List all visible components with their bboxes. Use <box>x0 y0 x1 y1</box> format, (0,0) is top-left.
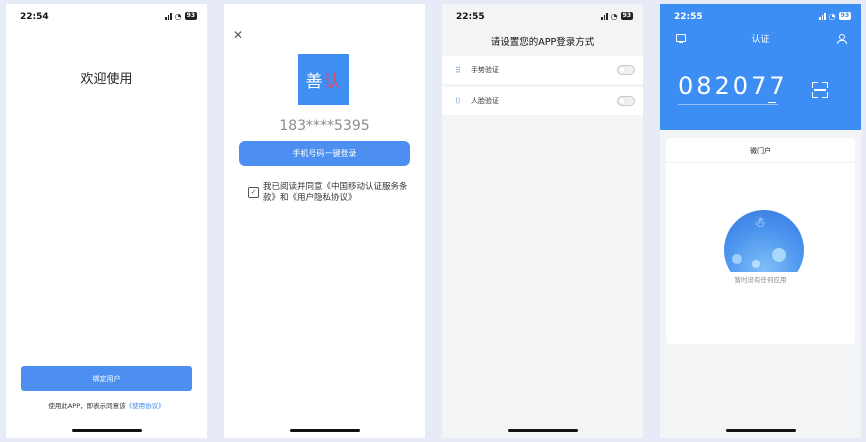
signal-icon <box>165 12 172 20</box>
status-bar: 22:55 ◔ 93 <box>442 4 643 26</box>
agreement-text: 我已阅读并同意《中国移动认证服务条款》和《用户隐私协议》 <box>263 182 408 203</box>
option-gesture[interactable]: ⠿ 手势验证 <box>442 56 643 84</box>
bind-user-button[interactable]: 绑定用户 <box>21 366 192 391</box>
astronaut-icon: ☃ <box>754 216 766 231</box>
agreement-row: ✓ 我已阅读并同意《中国移动认证服务条款》和《用户隐私协议》 <box>248 182 408 204</box>
terms-link[interactable]: 《使用协议》 <box>126 402 165 410</box>
agreement-prefix: 使用此APP，即表示同意该 <box>48 402 126 410</box>
home-indicator <box>725 429 796 432</box>
empty-state-illustration: ☃ <box>720 208 804 272</box>
page-title: 请设置您的APP登录方式 <box>490 37 595 48</box>
agreement-notice: 使用此APP，即表示同意该《使用协议》 <box>6 400 207 410</box>
logo-char-1: 善 <box>305 72 324 92</box>
wifi-icon: ◔ <box>828 11 836 21</box>
wifi-icon: ◔ <box>174 11 182 21</box>
battery-icon: 93 <box>620 12 633 20</box>
code-timer-marker <box>768 102 776 103</box>
gesture-toggle[interactable] <box>617 65 635 75</box>
option-label: 人脸验证 <box>471 97 499 105</box>
page-title: 认证 <box>751 35 770 45</box>
tab-portal[interactable]: 微门户 <box>666 146 855 156</box>
option-label: 手势验证 <box>471 66 499 74</box>
signal-icon <box>601 12 608 20</box>
scan-icon[interactable] <box>812 82 828 98</box>
screen-auth: 22:55 ◔ 93 认证 082077 微门户 ☃ 暂时没有任何应用 <box>660 4 861 438</box>
status-bar: 22:55 ◔ 93 <box>660 4 861 26</box>
battery-icon: 93 <box>184 12 197 20</box>
status-time: 22:55 <box>456 12 485 22</box>
face-toggle[interactable] <box>617 96 635 106</box>
home-indicator <box>507 429 578 432</box>
auth-header: 22:55 ◔ 93 认证 082077 <box>660 4 861 130</box>
code-timer-track <box>678 104 778 105</box>
status-time: 22:54 <box>20 12 49 22</box>
screen-login-method: 22:55 ◔ 93 请设置您的APP登录方式 ⠿ 手势验证 ⌷ 人脸验证 <box>442 4 643 438</box>
status-time: 22:55 <box>674 12 703 22</box>
screen-login: ✕ 善认 183****5395 手机号码一键登录 ✓ 我已阅读并同意《中国移动… <box>224 4 425 438</box>
signal-icon <box>819 12 826 20</box>
home-indicator <box>289 429 360 432</box>
logo-char-2: 认 <box>323 72 342 92</box>
empty-state-text: 暂时没有任何应用 <box>734 276 787 284</box>
wifi-icon: ◔ <box>610 11 618 21</box>
option-face[interactable]: ⌷ 人脸验证 <box>442 87 643 115</box>
gesture-grid-icon: ⠿ <box>455 65 461 75</box>
face-scan-icon: ⌷ <box>455 96 461 105</box>
app-logo: 善认 <box>298 54 349 105</box>
portal-card: 微门户 ☃ 暂时没有任何应用 <box>666 138 855 344</box>
user-icon[interactable] <box>837 34 847 44</box>
battery-icon: 93 <box>838 12 851 20</box>
screen-welcome: 22:54 ◔ 93 欢迎使用 绑定用户 使用此APP，即表示同意该《使用协议》 <box>6 4 207 438</box>
home-indicator <box>71 429 142 432</box>
one-tap-login-button[interactable]: 手机号码一键登录 <box>239 141 410 166</box>
agree-checkbox[interactable]: ✓ <box>248 187 259 198</box>
auth-code: 082077 <box>678 72 788 100</box>
status-bar: 22:54 ◔ 93 <box>6 4 207 26</box>
page-title: 欢迎使用 <box>80 72 133 87</box>
divider <box>666 162 855 163</box>
close-icon[interactable]: ✕ <box>233 28 243 42</box>
masked-phone-number: 183****5395 <box>279 118 370 134</box>
